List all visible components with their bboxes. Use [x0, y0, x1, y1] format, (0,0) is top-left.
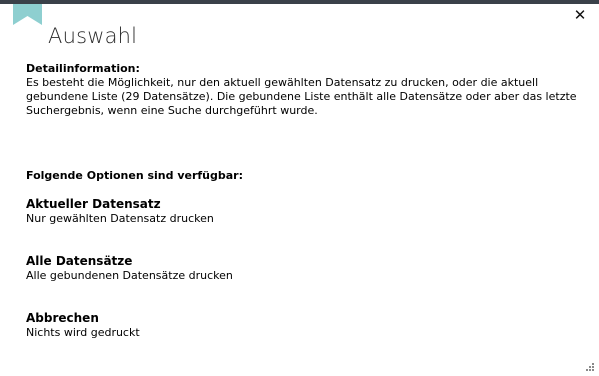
detail-text: Es besteht die Möglichkeit, nur den aktu… — [26, 76, 577, 117]
bookmark-icon — [13, 4, 42, 25]
options-heading: Folgende Optionen sind verfügbar: — [26, 169, 244, 182]
window-top-bar — [0, 0, 599, 4]
option-title[interactable]: Alle Datensätze — [26, 254, 566, 269]
detail-section: Detailinformation: Es besteht die Möglic… — [26, 62, 581, 118]
option-all-records[interactable]: Alle Datensätze Alle gebundenen Datensät… — [26, 254, 566, 282]
option-subtitle[interactable]: Nichts wird gedruckt — [26, 326, 566, 339]
close-icon[interactable]: ✕ — [574, 6, 587, 24]
close-button[interactable]: ✕ — [570, 6, 590, 24]
resize-grip-icon[interactable] — [585, 362, 595, 372]
dialog-title: Auswahl — [48, 24, 138, 48]
option-title[interactable]: Abbrechen — [26, 311, 566, 326]
option-title[interactable]: Aktueller Datensatz — [26, 197, 566, 212]
option-subtitle[interactable]: Nur gewählten Datensatz drucken — [26, 212, 566, 225]
option-current-record[interactable]: Aktueller Datensatz Nur gewählten Datens… — [26, 197, 566, 225]
option-subtitle[interactable]: Alle gebundenen Datensätze drucken — [26, 269, 566, 282]
option-cancel[interactable]: Abbrechen Nichts wird gedruckt — [26, 311, 566, 339]
detail-heading: Detailinformation: — [26, 62, 140, 75]
